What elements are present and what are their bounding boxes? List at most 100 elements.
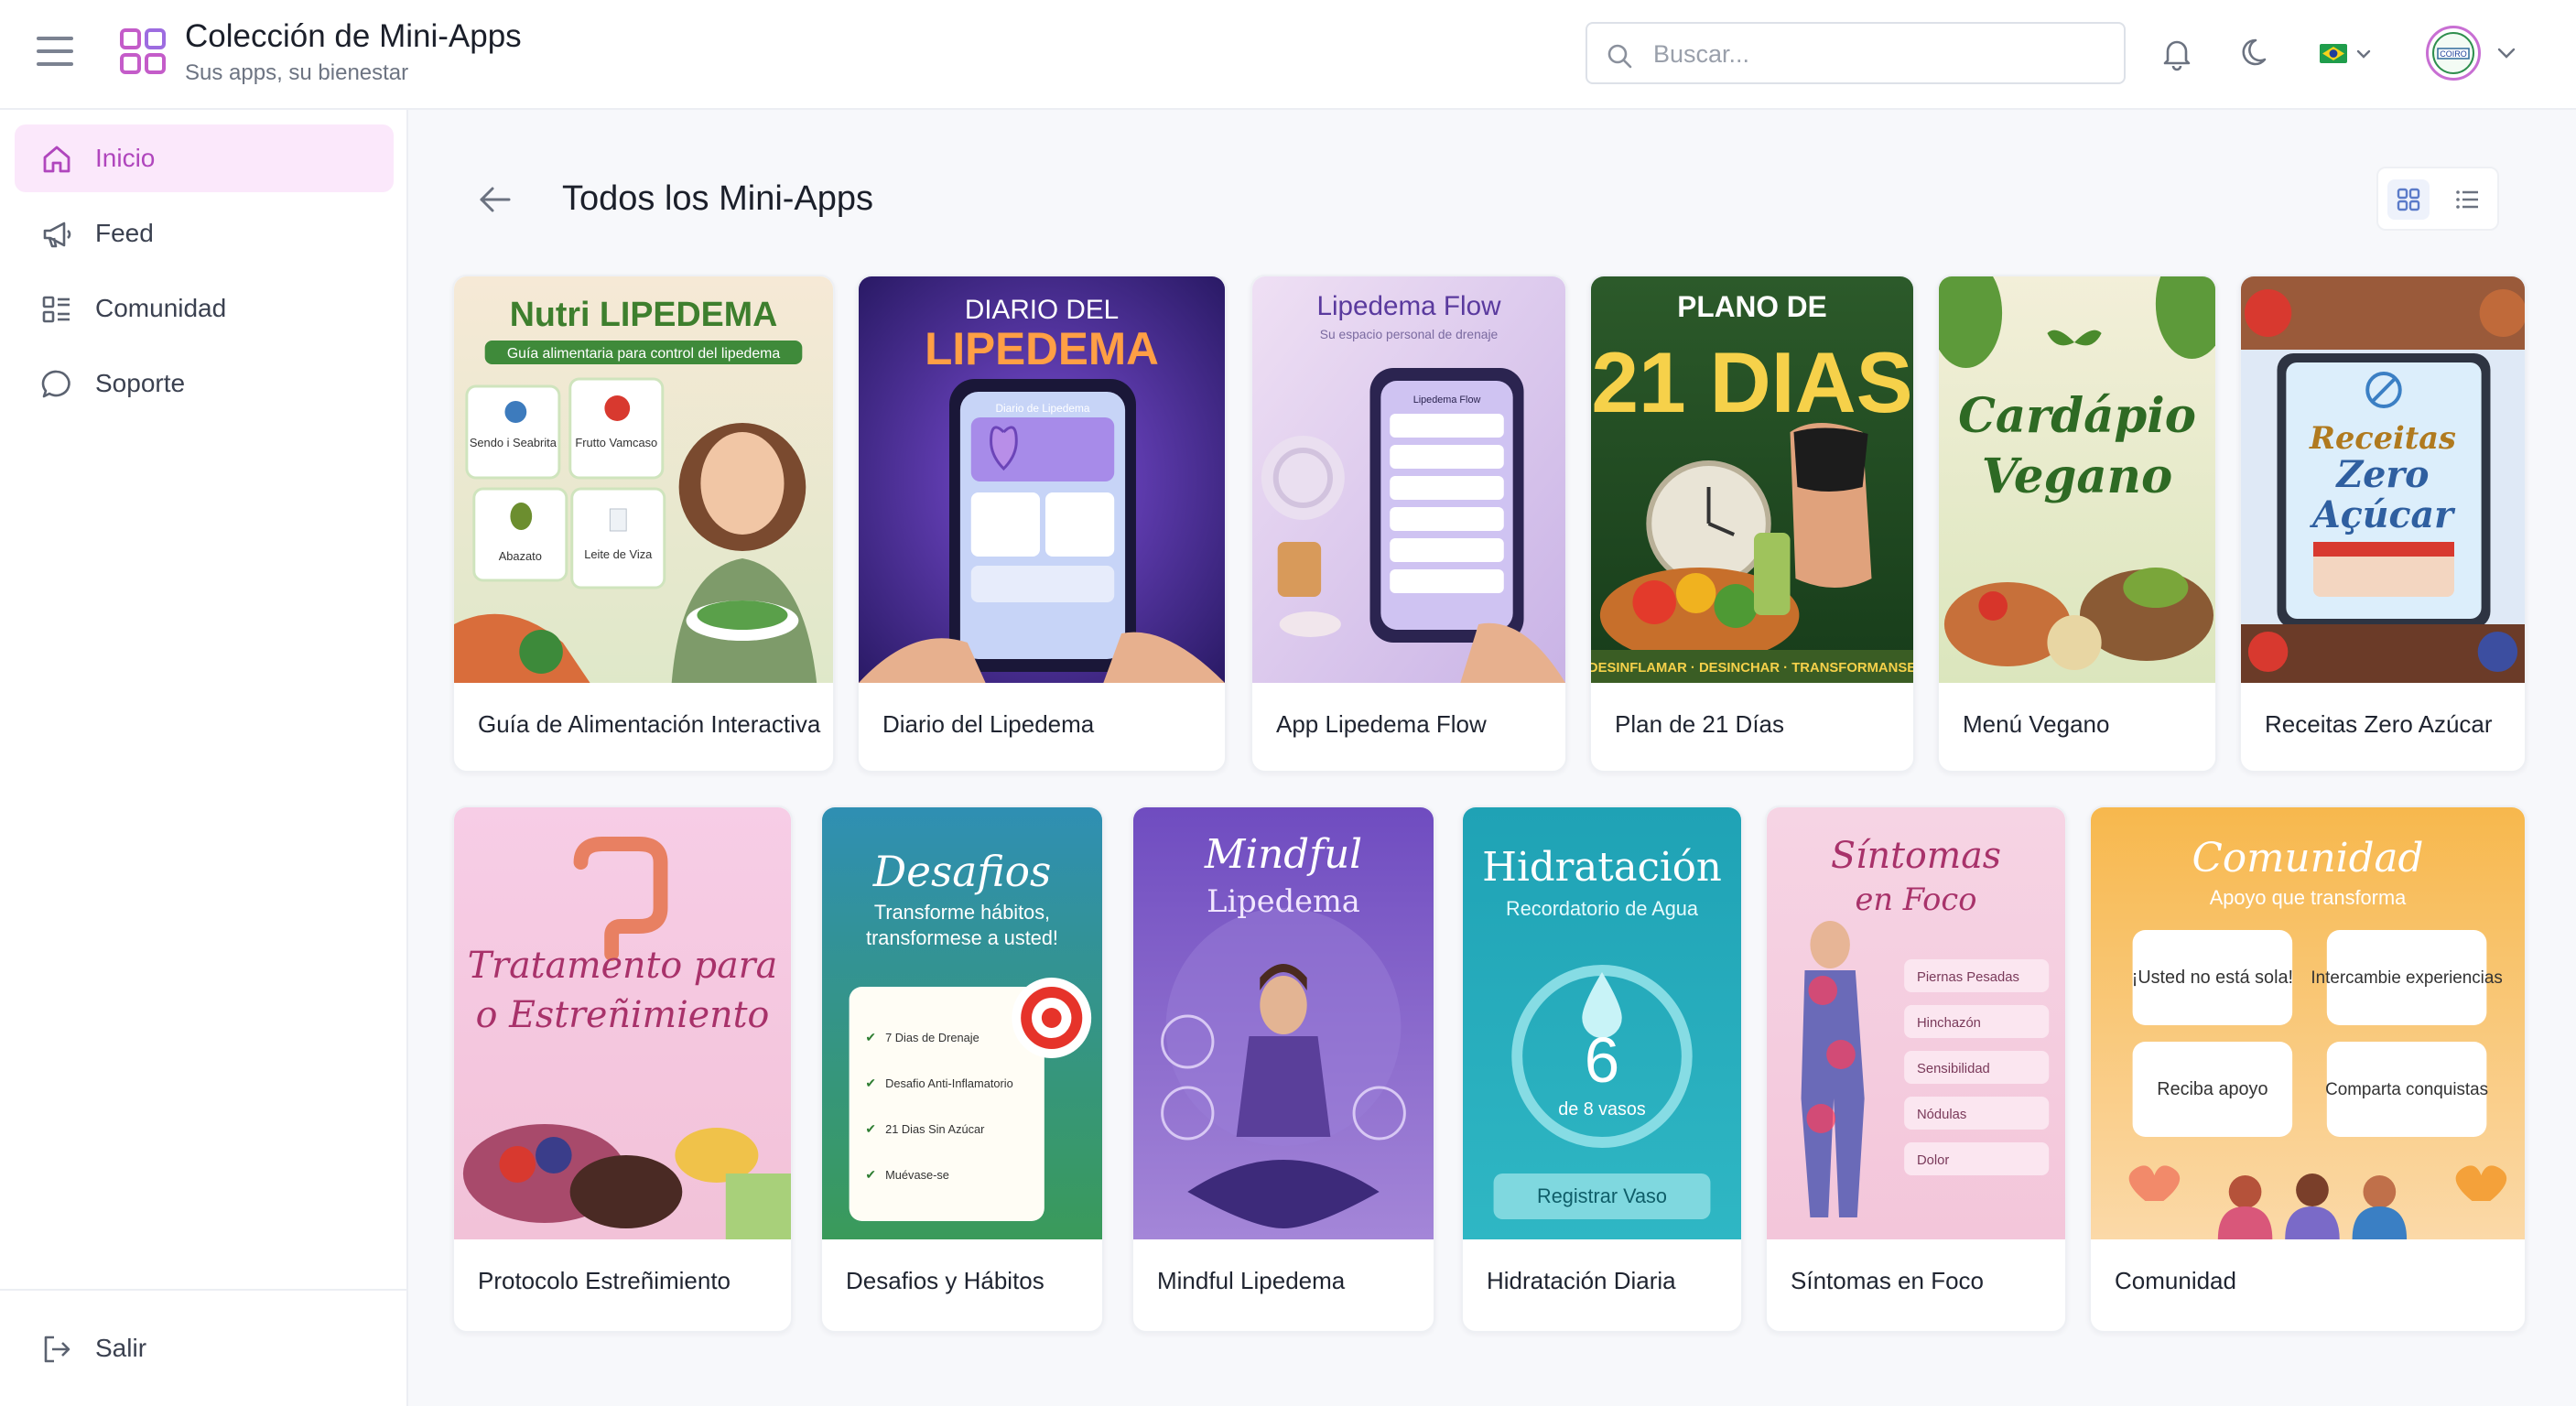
cover-screen-title: Lipedema Flow xyxy=(1413,395,1481,406)
cover-line-1: PLANO DE xyxy=(1677,290,1826,323)
cover-item: Abazato xyxy=(499,549,542,563)
avatar-text: COIRO xyxy=(2440,49,2467,59)
app-card-title: Plan de 21 Días xyxy=(1615,710,1785,738)
cover-symptom: Piernas Pesadas xyxy=(1917,970,2019,985)
app-card-title: Síntomas en Foco xyxy=(1791,1267,1984,1294)
chevron-down-icon[interactable] xyxy=(2495,44,2517,62)
app-card-protocolo-estrenimiento[interactable]: Tratamento para o Estreñimiento Protocol… xyxy=(452,806,793,1333)
cover-symptom: Hinchazón xyxy=(1917,1016,1981,1031)
app-card-title: Menú Vegano xyxy=(1963,710,2110,738)
sidebar-item-soporte[interactable]: Soporte xyxy=(15,350,394,417)
cover-line-2: en Foco xyxy=(1856,881,1977,917)
cover-subtitle: Recordatorio de Agua xyxy=(1506,897,1699,920)
apps-grid-logo-icon xyxy=(120,28,166,74)
cover-checklist-item: Desafio Anti-Inflamatorio xyxy=(885,1076,1013,1090)
grid-view-icon xyxy=(2397,188,2420,211)
app-card-desafios-habitos[interactable]: Desafios Transforme hábitos, transformes… xyxy=(820,806,1104,1333)
logout-button[interactable]: Salir xyxy=(15,1314,394,1382)
app-cover-image: Comunidad Apoyo que transforma ¡Usted no… xyxy=(2091,807,2525,1239)
cover-item: Sendo i Seabrita xyxy=(470,436,557,449)
sidebar-item-label: Feed xyxy=(95,219,154,247)
app-card-mindful-lipedema[interactable]: Mindful Lipedema Mindful Lipedema xyxy=(1131,806,1435,1333)
app-card-title: Diario del Lipedema xyxy=(882,710,1095,738)
search-box[interactable] xyxy=(1586,22,2126,84)
brazil-flag-icon xyxy=(2320,44,2371,63)
app-cover-image: Desafios Transforme hábitos, transformes… xyxy=(822,807,1102,1239)
app-card-title: Hidratación Diaria xyxy=(1487,1267,1676,1294)
cover-subtitle: Su espacio personal de drenaje xyxy=(1320,327,1499,341)
chat-bubble-icon xyxy=(41,370,70,398)
search-input[interactable] xyxy=(1653,35,2102,73)
cover-line-2: o Estreñimiento xyxy=(476,994,770,1036)
app-cover-image: Lipedema Flow Su espacio personal de dre… xyxy=(1252,276,1565,683)
list-view-button[interactable] xyxy=(2446,179,2488,220)
user-avatar[interactable]: COIRO xyxy=(2426,26,2481,81)
cover-line-1: Síntomas xyxy=(1831,835,2001,877)
cover-bubble: Intercambie experiencias xyxy=(2311,968,2502,988)
cover-bubble: Reciba apoyo xyxy=(2157,1079,2268,1099)
cover-title: Desafios xyxy=(872,848,1051,896)
cover-line-1: Tratamento para xyxy=(468,945,777,987)
svg-text:✔: ✔ xyxy=(865,1167,876,1182)
svg-text:✔: ✔ xyxy=(865,1121,876,1136)
cover-item: Leite de Viza xyxy=(584,547,653,561)
cover-subtitle: Guía alimentaria para control del lipede… xyxy=(507,346,780,362)
logout-label: Salir xyxy=(95,1334,147,1362)
app-card-hidratacion-diaria[interactable]: Hidratación Recordatorio de Agua 6 de 8 … xyxy=(1461,806,1743,1333)
cover-symptom: Sensibilidad xyxy=(1917,1062,1990,1076)
cover-line-2: Lipedema xyxy=(1207,883,1360,919)
sidebar-item-label: Inicio xyxy=(95,144,156,172)
cover-title: Comunidad xyxy=(2192,835,2424,881)
back-arrow-icon[interactable] xyxy=(474,181,514,218)
sidebar: Inicio Feed Comunidad Soporte Salir xyxy=(0,110,408,1406)
app-card-sintomas-foco[interactable]: Síntomas en Foco Piernas Pesadas Hinchaz… xyxy=(1765,806,2067,1333)
app-cover-image: Receitas Zero Açúcar xyxy=(2241,276,2525,683)
app-card-guia-alimentacion[interactable]: Nutri LIPEDEMA Guía alimentaria para con… xyxy=(452,275,835,773)
app-card-diario-lipedema[interactable]: DIARIO DEL LIPEDEMA Diario de Lipedema D… xyxy=(857,275,1227,773)
cover-title: Lipedema Flow xyxy=(1317,291,1501,321)
cover-checklist-item: Muévase-se xyxy=(885,1168,949,1182)
hamburger-menu-icon[interactable] xyxy=(37,37,73,70)
cover-line-2: 21 DIAS xyxy=(1591,334,1912,431)
app-cover-image: Tratamento para o Estreñimiento xyxy=(454,807,791,1239)
cover-count-caption: de 8 vasos xyxy=(1558,1099,1645,1119)
app-card-title: Protocolo Estreñimiento xyxy=(478,1267,731,1294)
cover-bubble: ¡Usted no está sola! xyxy=(2132,968,2293,988)
app-card-receitas-zero-azucar[interactable]: Receitas Zero Açúcar Receitas Zero Azúca… xyxy=(2239,275,2527,773)
app-card-title: Comunidad xyxy=(2115,1267,2236,1294)
app-card-menu-vegano[interactable]: Cardápio Vegano Menú Vegano xyxy=(1937,275,2217,773)
app-cover-image: Cardápio Vegano xyxy=(1939,276,2215,683)
sidebar-item-label: Soporte xyxy=(95,369,186,397)
svg-text:✔: ✔ xyxy=(865,1076,876,1090)
language-selector[interactable] xyxy=(2318,40,2376,68)
logout-icon xyxy=(44,1336,70,1363)
app-card-lipedema-flow[interactable]: Lipedema Flow Su espacio personal de dre… xyxy=(1250,275,1567,773)
app-card-title: Receitas Zero Azúcar xyxy=(2265,710,2493,738)
cover-line-2: Vegano xyxy=(1982,449,2172,504)
megaphone-icon xyxy=(43,222,71,248)
app-cover-image: PLANO DE 21 DIAS DESINFLAMAR · DESINCHAR… xyxy=(1591,276,1913,683)
sidebar-item-inicio[interactable]: Inicio xyxy=(15,124,394,192)
app-card-comunidad[interactable]: Comunidad Apoyo que transforma ¡Usted no… xyxy=(2089,806,2527,1333)
bell-icon[interactable] xyxy=(2159,35,2195,71)
moon-icon[interactable] xyxy=(2239,35,2276,71)
app-cover-image: Hidratación Recordatorio de Agua 6 de 8 … xyxy=(1463,807,1741,1239)
sidebar-divider xyxy=(0,1289,408,1291)
grid-view-button[interactable] xyxy=(2387,179,2430,220)
cover-symptom: Nódulas xyxy=(1917,1108,1966,1122)
cover-item: Frutto Vamcaso xyxy=(575,436,657,449)
svg-text:✔: ✔ xyxy=(865,1030,876,1044)
cover-symptom: Dolor xyxy=(1917,1153,1949,1168)
app-card-title: App Lipedema Flow xyxy=(1276,710,1487,738)
view-toggle xyxy=(2376,167,2499,231)
cover-line-2: Zero xyxy=(2334,454,2429,496)
cover-checklist-item: 21 Dias Sin Azúcar xyxy=(885,1122,985,1136)
list-view-icon xyxy=(2456,190,2478,209)
app-card-plan-21-dias[interactable]: PLANO DE 21 DIAS DESINFLAMAR · DESINCHAR… xyxy=(1589,275,1915,773)
cover-screen-title: Diario de Lipedema xyxy=(995,402,1089,415)
sidebar-item-comunidad[interactable]: Comunidad xyxy=(15,275,394,342)
cover-count: 6 xyxy=(1585,1024,1619,1097)
sidebar-item-feed[interactable]: Feed xyxy=(15,200,394,267)
cover-bubble: Comparta conquistas xyxy=(2325,1080,2488,1099)
app-card-title: Mindful Lipedema xyxy=(1157,1267,1346,1294)
